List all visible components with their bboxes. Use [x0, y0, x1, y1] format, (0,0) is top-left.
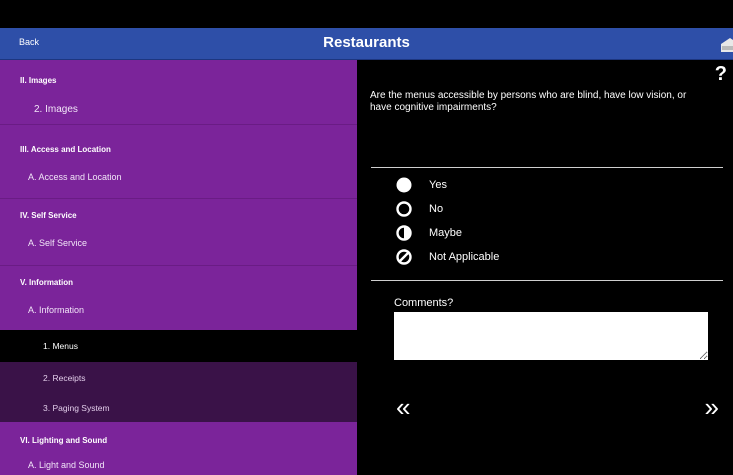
- slashed-circle-icon: [396, 249, 412, 265]
- sidebar-section-access-location[interactable]: III. Access and Location: [0, 135, 357, 163]
- sidebar-section-label: V. Information: [20, 277, 74, 287]
- empty-circle-icon: [396, 201, 412, 217]
- question-panel: ? Are the menus accessible by persons wh…: [358, 60, 733, 475]
- sidebar-item-information[interactable]: A. Information: [0, 296, 357, 324]
- option-label: Yes: [429, 179, 447, 191]
- sidebar-item-label: 2. Receipts: [43, 372, 86, 383]
- comments-label: Comments?: [394, 297, 454, 309]
- sidebar-item-light-sound[interactable]: A. Light and Sound: [0, 454, 357, 475]
- sidebar-item-receipts[interactable]: 2. Receipts: [0, 362, 357, 393]
- option-label: Maybe: [429, 227, 463, 239]
- half-circle-icon: [396, 225, 412, 241]
- sidebar-item-paging-system[interactable]: 3. Paging System: [0, 393, 357, 422]
- sidebar-item-label: 1. Menus: [43, 341, 78, 351]
- option-label: No: [429, 203, 444, 215]
- divider: [371, 167, 723, 168]
- sidebar: II. Images 2. Images III. Access and Loc…: [0, 60, 357, 475]
- sidebar-item-label: A. Light and Sound: [28, 459, 105, 470]
- option-maybe[interactable]: Maybe: [396, 225, 462, 241]
- sidebar-section-label: VI. Lighting and Sound: [20, 435, 108, 445]
- sidebar-section-label: IV. Self Service: [20, 210, 77, 220]
- sidebar-item-label: A. Information: [28, 305, 85, 315]
- sidebar-item-access-location[interactable]: A. Access and Location: [0, 163, 357, 191]
- sidebar-item-label: A. Self Service: [28, 238, 88, 248]
- navigation-bar: Back Restaurants: [0, 28, 733, 60]
- sidebar-item-label: A. Access and Location: [28, 172, 122, 182]
- option-yes[interactable]: Yes: [396, 177, 447, 193]
- question-text: Are the menus accessible by persons who …: [370, 90, 687, 113]
- status-bar: [0, 0, 733, 28]
- filled-circle-icon: [396, 177, 412, 193]
- sidebar-section-lighting-sound[interactable]: VI. Lighting and Sound: [0, 426, 357, 454]
- sidebar-item-images[interactable]: 2. Images: [0, 94, 357, 124]
- page-title: Restaurants: [323, 34, 410, 51]
- help-icon[interactable]: ?: [715, 63, 727, 86]
- previous-question-button[interactable]: «: [396, 394, 410, 420]
- option-no[interactable]: No: [396, 201, 443, 217]
- sidebar-item-self-service[interactable]: A. Self Service: [0, 229, 357, 257]
- sidebar-section-self-service[interactable]: IV. Self Service: [0, 201, 357, 229]
- comments-field[interactable]: [394, 312, 708, 360]
- sidebar-item-menus[interactable]: 1. Menus: [0, 330, 357, 362]
- sidebar-section-images[interactable]: II. Images: [0, 66, 357, 94]
- divider: [0, 198, 357, 199]
- next-question-button[interactable]: »: [705, 394, 719, 420]
- home-icon[interactable]: [720, 36, 733, 52]
- sidebar-item-label: 3. Paging System: [43, 402, 110, 413]
- sidebar-item-label: 2. Images: [34, 103, 78, 115]
- sidebar-section-label: II. Images: [20, 75, 57, 85]
- sidebar-section-label: III. Access and Location: [20, 144, 111, 154]
- divider: [0, 265, 357, 266]
- sidebar-section-information[interactable]: V. Information: [0, 268, 357, 296]
- option-label: Not Applicable: [429, 251, 500, 263]
- divider: [371, 280, 723, 281]
- option-not-applicable[interactable]: Not Applicable: [396, 249, 499, 265]
- divider: [0, 124, 357, 125]
